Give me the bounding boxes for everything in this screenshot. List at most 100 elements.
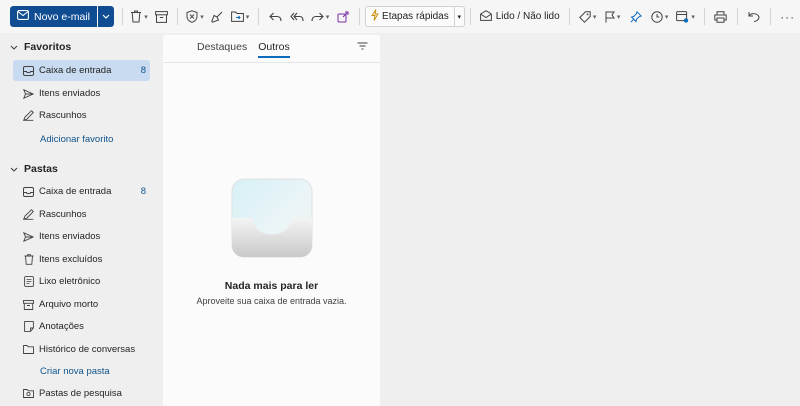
new-mail-dropdown[interactable]	[98, 6, 115, 27]
tab-other[interactable]: Outros	[258, 41, 290, 58]
folder-label: Itens enviados	[39, 231, 101, 242]
folder-item-search-folders[interactable]: Pastas de pesquisa	[13, 383, 150, 404]
folder-label: Arquivo morto	[39, 299, 99, 310]
command-toolbar: Novo e-mail ▾ ▾ ▾ ▾ Etapas rápidas ▾ Lid…	[0, 0, 800, 33]
delete-button[interactable]: ▾	[128, 6, 150, 28]
folder-label: Caixa de entrada	[39, 65, 112, 76]
print-button[interactable]	[710, 6, 732, 28]
reading-pane	[383, 35, 800, 406]
toolbar-divider	[568, 8, 570, 25]
shield-icon	[186, 10, 198, 23]
chevron-down-icon: ▾	[200, 13, 204, 21]
reply-all-button[interactable]	[286, 6, 308, 28]
archive-icon	[23, 299, 34, 310]
lightning-icon	[371, 9, 379, 24]
add-favorite-link[interactable]: Adicionar favorito	[40, 134, 113, 145]
toolbar-divider	[769, 8, 771, 25]
quick-steps-split-button: Etapas rápidas ▾	[365, 6, 465, 27]
inbox-icon	[23, 65, 34, 76]
favorites-header[interactable]: Favoritos	[10, 41, 71, 53]
pin-button[interactable]	[625, 6, 647, 28]
new-mail-split-button: Novo e-mail	[10, 6, 115, 27]
move-to-button[interactable]: ▾	[227, 6, 253, 28]
tag-icon	[579, 10, 591, 23]
unread-count: 8	[140, 65, 146, 76]
read-unread-label: Lido / Não lido	[495, 11, 560, 22]
reply-icon	[268, 12, 282, 22]
favorite-item-sent[interactable]: Itens enviados	[13, 83, 150, 104]
categorize-button[interactable]: ▾	[575, 6, 601, 28]
tabs-divider	[163, 62, 380, 63]
reply-all-icon	[290, 12, 304, 22]
chevron-down-icon: ▾	[616, 13, 621, 21]
new-mail-label: Novo e-mail	[34, 10, 91, 23]
folder-label: Itens enviados	[39, 88, 101, 99]
create-folder-link[interactable]: Criar nova pasta	[40, 366, 110, 377]
teams-share-button[interactable]	[332, 6, 354, 28]
folder-item-drafts[interactable]: Rascunhos	[13, 204, 150, 225]
chevron-down-icon: ▾	[691, 13, 695, 21]
folder-item-archive[interactable]: Arquivo morto	[13, 294, 150, 315]
reply-button[interactable]	[264, 6, 286, 28]
share-icon	[337, 11, 349, 23]
inbox-tabs: Destaques Outros	[197, 41, 290, 58]
favorites-title: Favoritos	[24, 41, 72, 53]
sweep-button[interactable]	[207, 6, 227, 28]
chevron-down-icon: ▾	[325, 13, 330, 21]
favorite-item-drafts[interactable]: Rascunhos	[13, 105, 150, 126]
inbox-icon	[23, 186, 34, 197]
forward-icon	[311, 12, 324, 22]
new-mail-button[interactable]: Novo e-mail	[10, 6, 98, 27]
chevron-down-icon: ▾	[245, 13, 250, 21]
flag-button[interactable]: ▾	[601, 6, 625, 28]
folder-item-deleted[interactable]: Itens excluídos	[13, 249, 150, 270]
filter-button[interactable]	[357, 42, 368, 53]
flag-icon	[605, 11, 615, 23]
filter-icon	[357, 42, 368, 53]
quick-steps-dropdown[interactable]: ▾	[453, 7, 464, 26]
chevron-down-icon: ▾	[592, 13, 597, 21]
toolbar-divider	[469, 8, 471, 25]
folder-item-conversation-history[interactable]: Histórico de conversas	[13, 339, 150, 360]
more-icon: ···	[780, 9, 796, 24]
chevron-down-icon	[10, 163, 18, 175]
favorite-item-inbox[interactable]: Caixa de entrada 8	[13, 60, 150, 81]
rules-icon	[676, 10, 689, 23]
send-icon	[23, 88, 34, 99]
more-options-button[interactable]: ···	[776, 6, 800, 28]
chevron-down-icon: ▾	[664, 13, 669, 21]
snooze-button[interactable]: ▾	[647, 6, 673, 28]
folder-label: Pastas de pesquisa	[39, 388, 122, 399]
toolbar-divider	[122, 8, 124, 25]
chevron-down-icon: ▾	[144, 13, 148, 21]
folder-label: Anotações	[39, 321, 84, 332]
undo-icon	[748, 11, 760, 22]
search-folder-icon	[23, 388, 34, 399]
read-unread-button[interactable]: Lido / Não lido	[476, 6, 564, 27]
tab-focused[interactable]: Destaques	[197, 41, 247, 58]
folders-header[interactable]: Pastas	[10, 163, 58, 175]
quick-steps-button[interactable]: Etapas rápidas	[366, 7, 454, 26]
folder-item-junk[interactable]: Lixo eletrônico	[13, 271, 150, 292]
report-button[interactable]: ▾	[183, 6, 207, 28]
folders-title: Pastas	[24, 163, 58, 175]
broom-icon	[211, 11, 223, 23]
mail-icon	[17, 10, 29, 23]
folder-item-notes[interactable]: Anotações	[13, 316, 150, 337]
empty-inbox-illustration	[231, 178, 313, 258]
archive-button[interactable]	[150, 6, 172, 28]
chevron-down-icon: ▾	[457, 13, 461, 21]
undo-button[interactable]	[743, 6, 765, 28]
chevron-down-icon	[102, 11, 110, 22]
forward-button[interactable]: ▾	[308, 6, 332, 28]
rules-button[interactable]: ▾	[673, 6, 699, 28]
toolbar-divider	[736, 8, 738, 25]
toolbar-divider	[703, 8, 705, 25]
quick-steps-label: Etapas rápidas	[382, 11, 449, 22]
empty-state-subtitle: Aproveite sua caixa de entrada vazia.	[196, 296, 347, 306]
folder-item-sent[interactable]: Itens enviados	[13, 226, 150, 247]
trash-icon	[23, 254, 34, 265]
envelope-open-icon	[479, 9, 492, 24]
folder-icon	[23, 344, 34, 355]
folder-item-inbox[interactable]: Caixa de entrada 8	[13, 181, 150, 202]
